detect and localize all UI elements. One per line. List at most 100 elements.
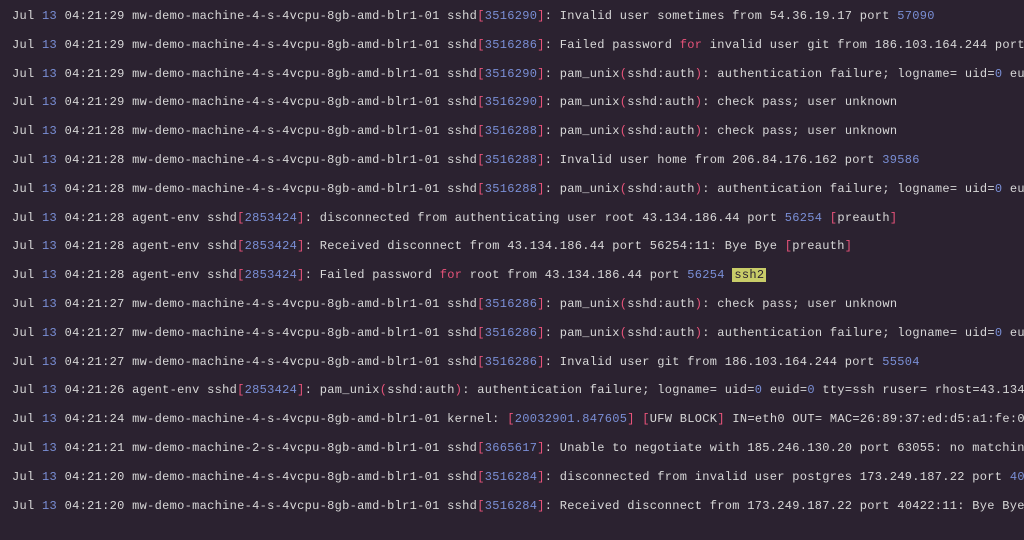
log-process: sshd: [447, 355, 477, 369]
bracket-close: ]: [297, 268, 305, 282]
log-line-0: Jul 13 04:21:29 mw-demo-machine-4-s-4vcp…: [12, 8, 1012, 25]
log-pid: 3516288: [485, 124, 538, 138]
bracket-open: [: [237, 211, 245, 225]
log-host: mw-demo-machine-4-s-4vcpu-8gb-amd-blr1-0…: [132, 470, 440, 484]
log-segment: 39586: [882, 153, 920, 167]
bracket-close: ]: [537, 95, 545, 109]
log-segment: 20032901.847605: [515, 412, 628, 426]
log-pid: 2853424: [245, 239, 298, 253]
bracket-open: [: [477, 326, 485, 340]
log-segment: [: [507, 412, 515, 426]
log-month: Jul: [12, 326, 35, 340]
bracket-open: [: [477, 297, 485, 311]
log-line-4: Jul 13 04:21:28 mw-demo-machine-4-s-4vcp…: [12, 123, 1012, 140]
log-segment: tty=ssh ruser= rhost=43.134.186.44 user=…: [815, 383, 1024, 397]
log-segment: : pam_unix: [545, 326, 620, 340]
bracket-close: ]: [537, 470, 545, 484]
log-process: sshd: [447, 182, 477, 196]
log-month: Jul: [12, 67, 35, 81]
log-segment: ]: [845, 239, 853, 253]
log-host: agent-env: [132, 211, 200, 225]
bracket-close: ]: [537, 499, 545, 513]
log-process: sshd: [447, 153, 477, 167]
log-host: mw-demo-machine-4-s-4vcpu-8gb-amd-blr1-0…: [132, 95, 440, 109]
log-process: sshd: [447, 124, 477, 138]
log-host: mw-demo-machine-4-s-4vcpu-8gb-amd-blr1-0…: [132, 297, 440, 311]
log-segment: : Failed password: [545, 38, 680, 52]
log-line-3: Jul 13 04:21:29 mw-demo-machine-4-s-4vcp…: [12, 94, 1012, 111]
log-segment: : check pass; user unknown: [702, 124, 897, 138]
log-segment: : pam_unix: [545, 182, 620, 196]
log-segment: : Invalid user sometimes from 54.36.19.1…: [545, 9, 898, 23]
log-host: agent-env: [132, 383, 200, 397]
log-day: 13: [42, 441, 57, 455]
log-time: 04:21:26: [65, 383, 125, 397]
log-segment: sshd:auth: [627, 182, 695, 196]
log-segment: euid=: [1002, 326, 1024, 340]
log-segment: euid=: [762, 383, 807, 397]
bracket-close: ]: [537, 441, 545, 455]
log-process: sshd: [447, 9, 477, 23]
log-segment: euid=: [1002, 182, 1024, 196]
log-day: 13: [42, 239, 57, 253]
log-pid: 2853424: [245, 268, 298, 282]
log-process: sshd: [447, 95, 477, 109]
bracket-close: ]: [537, 182, 545, 196]
log-time: 04:21:27: [65, 326, 125, 340]
log-process: sshd: [447, 326, 477, 340]
log-pid: 3516290: [485, 9, 538, 23]
log-segment: euid=: [1002, 67, 1024, 81]
log-pid: 2853424: [245, 383, 298, 397]
log-day: 13: [42, 412, 57, 426]
log-segment: for: [440, 268, 463, 282]
log-pid: 3516288: [485, 153, 538, 167]
bracket-open: [: [477, 441, 485, 455]
log-pid: 3516290: [485, 95, 538, 109]
log-segment: 56254: [687, 268, 725, 282]
log-segment: : pam_unix: [545, 67, 620, 81]
log-segment: 0: [807, 383, 815, 397]
log-pid: 3516290: [485, 67, 538, 81]
log-segment: : authentication failure; logname= uid=: [702, 326, 995, 340]
log-time: 04:21:20: [65, 499, 125, 513]
log-time: 04:21:20: [65, 470, 125, 484]
log-time: 04:21:21: [65, 441, 125, 455]
log-day: 13: [42, 67, 57, 81]
bracket-close: ]: [297, 383, 305, 397]
log-segment: root from 43.134.186.44 port: [462, 268, 687, 282]
log-time: 04:21:28: [65, 153, 125, 167]
log-process: sshd: [447, 441, 477, 455]
log-segment: ]: [627, 412, 635, 426]
bracket-open: [: [477, 499, 485, 513]
bracket-close: ]: [537, 9, 545, 23]
log-segment: : Invalid user git from 186.103.164.244 …: [545, 355, 883, 369]
log-pid: 3516286: [485, 355, 538, 369]
log-day: 13: [42, 326, 57, 340]
log-line-6: Jul 13 04:21:28 mw-demo-machine-4-s-4vcp…: [12, 181, 1012, 198]
log-line-17: Jul 13 04:21:20 mw-demo-machine-4-s-4vcp…: [12, 498, 1012, 515]
log-host: mw-demo-machine-2-s-4vcpu-8gb-amd-blr1-0…: [132, 441, 440, 455]
log-time: 04:21:29: [65, 95, 125, 109]
bracket-close: ]: [537, 153, 545, 167]
log-host: agent-env: [132, 239, 200, 253]
bracket-open: [: [237, 239, 245, 253]
bracket-open: [: [477, 9, 485, 23]
log-segment: IN=eth0 OUT= MAC=26:89:37:ed:d5:a1:fe:00…: [725, 412, 1024, 426]
log-month: Jul: [12, 499, 35, 513]
bracket-open: [: [477, 95, 485, 109]
log-process: sshd: [447, 297, 477, 311]
bracket-open: [: [477, 153, 485, 167]
log-month: Jul: [12, 182, 35, 196]
log-month: Jul: [12, 38, 35, 52]
log-day: 13: [42, 499, 57, 513]
log-host: agent-env: [132, 268, 200, 282]
log-segment: : check pass; user unknown: [702, 95, 897, 109]
log-month: Jul: [12, 412, 35, 426]
bracket-open: [: [477, 124, 485, 138]
log-host: mw-demo-machine-4-s-4vcpu-8gb-amd-blr1-0…: [132, 412, 440, 426]
log-host: mw-demo-machine-4-s-4vcpu-8gb-amd-blr1-0…: [132, 326, 440, 340]
log-host: mw-demo-machine-4-s-4vcpu-8gb-amd-blr1-0…: [132, 355, 440, 369]
log-host: mw-demo-machine-4-s-4vcpu-8gb-amd-blr1-0…: [132, 124, 440, 138]
bracket-open: [: [477, 67, 485, 81]
log-day: 13: [42, 211, 57, 225]
